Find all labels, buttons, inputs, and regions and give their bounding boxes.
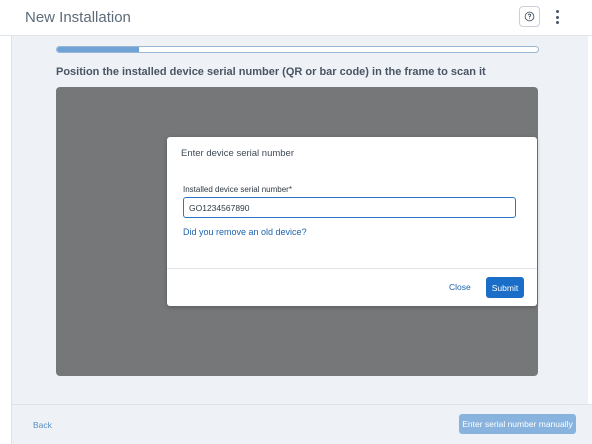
help-button[interactable] <box>519 6 540 27</box>
dialog-divider <box>167 268 537 269</box>
kebab-icon <box>555 10 559 13</box>
more-options-button[interactable] <box>550 8 564 26</box>
serial-number-input[interactable] <box>183 197 516 218</box>
submit-button[interactable]: Submit <box>486 277 524 298</box>
scan-instruction: Position the installed device serial num… <box>56 66 486 78</box>
serial-number-label: Installed device serial number* <box>183 185 292 194</box>
progress-fill <box>57 47 139 52</box>
close-button[interactable]: Close <box>449 282 471 292</box>
page: New Installation Position the installed … <box>0 0 592 444</box>
dialog-title: Enter device serial number <box>181 148 294 159</box>
header: New Installation <box>0 0 592 36</box>
serial-number-dialog: Enter device serial number Installed dev… <box>167 137 537 306</box>
old-device-link[interactable]: Did you remove an old device? <box>183 227 307 237</box>
back-button[interactable]: Back <box>33 420 52 430</box>
page-title: New Installation <box>25 9 131 26</box>
question-circle-icon <box>524 11 535 22</box>
progress-bar <box>56 46 539 53</box>
enter-manually-button[interactable]: Enter serial number manually <box>459 414 576 434</box>
